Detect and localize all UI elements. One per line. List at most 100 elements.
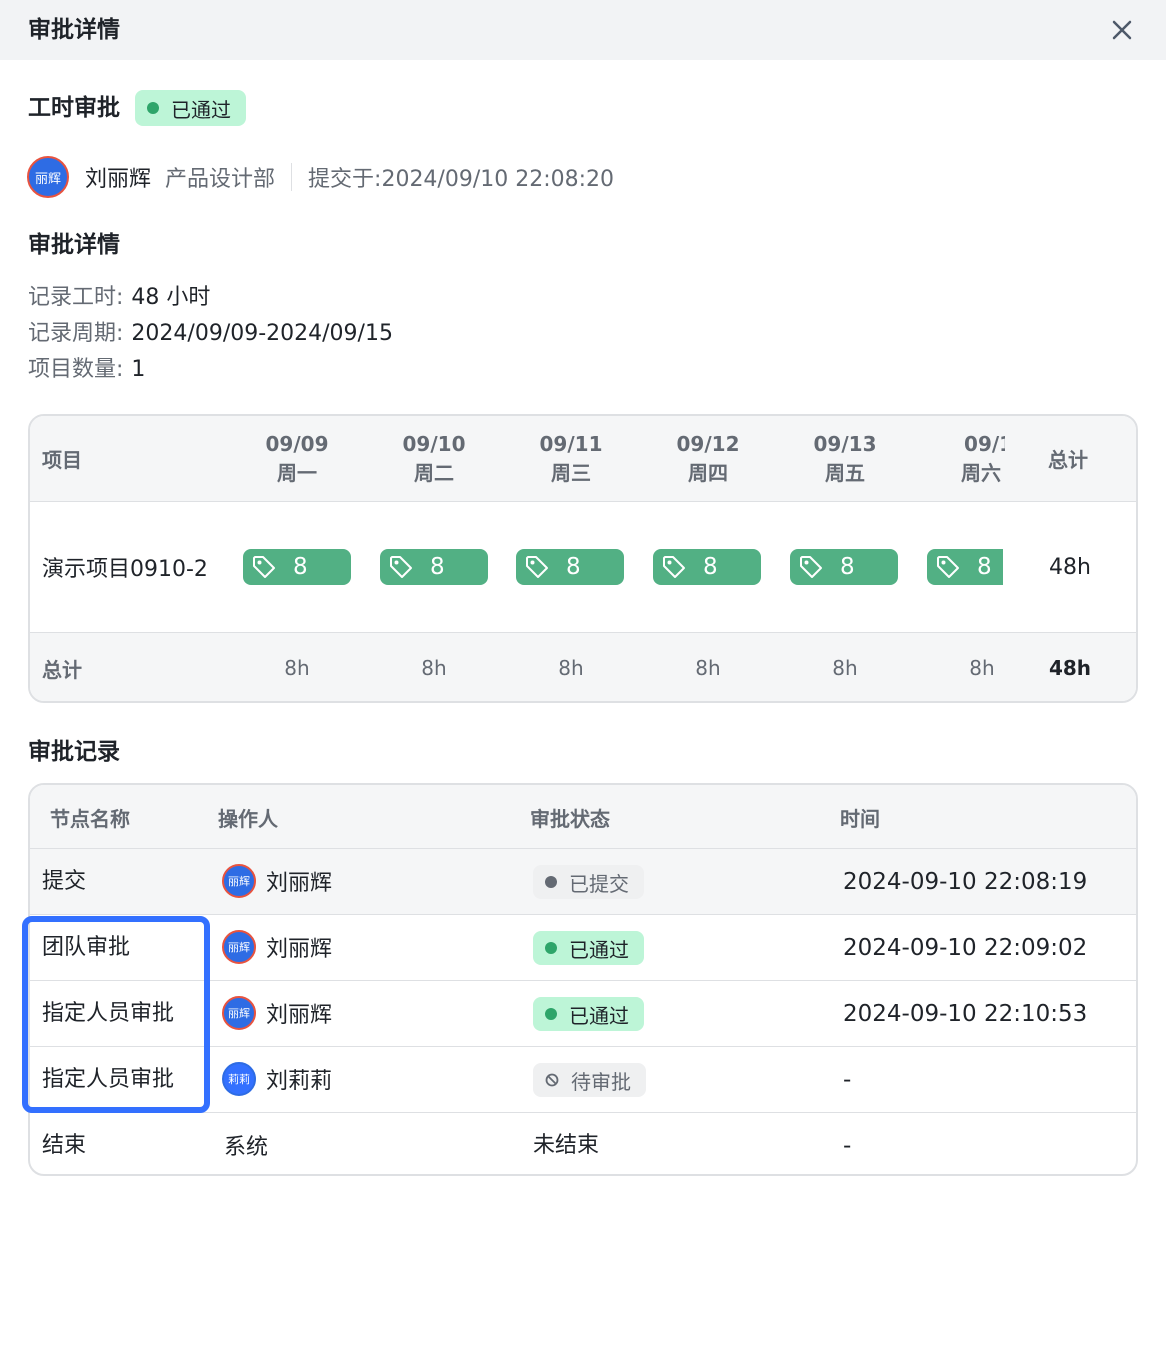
day-header: 09/13 周五	[790, 430, 900, 488]
approval-status: 已通过	[533, 997, 644, 1031]
project-count-label: 项目数量:	[28, 357, 124, 382]
node-name: 结束	[42, 1133, 87, 1158]
day-weekday: 周三	[551, 461, 591, 485]
approval-type: 工时审批	[28, 95, 120, 121]
day-total: 8h	[421, 656, 447, 680]
table-header: 项目 09/09 周一 09/10 周二 09/11 周三 09/12 周四 09/13…	[30, 416, 1136, 502]
hour-value: 8	[977, 554, 992, 580]
period-value: 2024/09/09-2024/09/15	[131, 321, 393, 346]
hour-chip[interactable]: 8	[790, 549, 898, 585]
record-time: 2024-09-10 22:09:02	[843, 935, 1088, 961]
day-weekday: 周六	[961, 461, 1001, 485]
node-name: 团队审批	[42, 935, 131, 960]
hour-value: 8	[703, 554, 718, 580]
hours-table: 项目 09/09 周一 09/10 周二 09/11 周三 09/12 周四 09/13…	[28, 414, 1138, 703]
records-table: 节点名称 操作人 审批状态 时间 提交 丽辉 刘丽辉 已提交 2024-09-10…	[28, 783, 1138, 1176]
node-name: 提交	[42, 869, 87, 894]
hour-chip[interactable]: 8	[927, 549, 1003, 585]
operator: 莉莉 刘莉莉	[222, 1061, 332, 1097]
footer-label-text: 总计	[42, 657, 82, 682]
table-header: 节点名称 操作人 审批状态 时间	[30, 785, 1136, 849]
tag-icon	[937, 556, 959, 578]
recorded-hours-label: 记录工时:	[28, 285, 124, 310]
column-header-label: 操作人	[218, 806, 278, 831]
status-badge-label: 待审批	[571, 1069, 631, 1094]
column-header-label: 审批状态	[530, 806, 610, 831]
records-section-title: 审批记录	[28, 739, 120, 765]
hour-value: 8	[293, 554, 308, 580]
column-header-operator: 操作人	[218, 801, 278, 833]
operator-name: 系统	[224, 1135, 269, 1160]
hour-chip[interactable]: 8	[516, 549, 624, 585]
record-time: -	[843, 1067, 852, 1093]
column-header-project: 项目	[42, 442, 82, 474]
day-date: 09/14	[964, 432, 1005, 456]
close-icon[interactable]	[1104, 12, 1140, 48]
node-name: 指定人员审批	[42, 1067, 175, 1092]
table-row: 指定人员审批 莉莉 刘莉莉 待审批 -	[30, 1047, 1136, 1113]
status-badge: 已通过	[533, 997, 644, 1031]
operator: 丽辉 刘丽辉	[222, 995, 332, 1031]
day-date: 09/10	[402, 432, 466, 456]
project-count-row: 项目数量: 1	[28, 352, 393, 388]
day-header: 09/10 周二	[379, 430, 489, 488]
hour-chip[interactable]: 8	[653, 549, 761, 585]
submitter-department: 产品设计部	[165, 167, 276, 192]
column-header-label: 项目	[42, 447, 82, 472]
hour-value: 8	[840, 554, 855, 580]
tag-icon	[526, 556, 548, 578]
operator-name: 刘莉莉	[266, 1069, 333, 1094]
column-header-label: 时间	[840, 806, 880, 831]
day-date: 09/13	[813, 432, 877, 456]
hour-value: 8	[566, 554, 581, 580]
status-badge-label: 已通过	[171, 97, 231, 122]
ban-icon	[545, 1073, 559, 1087]
operator: 丽辉 刘丽辉	[222, 929, 332, 965]
avatar: 丽辉	[222, 864, 256, 898]
operator: 丽辉 刘丽辉	[222, 863, 332, 899]
status-badge: 已提交	[533, 865, 644, 899]
avatar: 丽辉	[222, 930, 256, 964]
status-badge: 待审批	[533, 1063, 646, 1097]
avatar: 丽辉	[222, 996, 256, 1030]
day-weekday: 周四	[688, 461, 728, 485]
status-dot-icon	[545, 1008, 557, 1020]
tag-icon	[800, 556, 822, 578]
day-date: 09/12	[676, 432, 740, 456]
status-badge-label: 已通过	[569, 937, 629, 962]
table-row: 结束 系统 未结束 -	[30, 1113, 1136, 1174]
status-badge: 已通过	[135, 90, 246, 126]
table-row: 指定人员审批 丽辉 刘丽辉 已通过 2024-09-10 22:10:53	[30, 981, 1136, 1047]
approval-status: 已提交	[533, 865, 644, 899]
column-header-node: 节点名称	[50, 801, 130, 833]
status-dot-icon	[545, 876, 557, 888]
footer-label: 总计	[42, 653, 82, 683]
recorded-hours-value: 48 小时	[131, 285, 211, 310]
day-header: 09/12 周四	[653, 430, 763, 488]
hour-chip[interactable]: 8	[243, 549, 351, 585]
details-section-title: 审批详情	[28, 232, 120, 258]
record-time: 2024-09-10 22:08:19	[843, 869, 1088, 895]
project-total: 48h	[1049, 554, 1091, 580]
project-count-value: 1	[131, 357, 146, 382]
operator-name: 刘丽辉	[266, 871, 333, 896]
approval-status: 已通过	[533, 931, 644, 965]
avatar: 莉莉	[222, 1062, 256, 1096]
submitted-time: 提交于:2024/09/10 22:08:20	[308, 167, 615, 192]
dialog-header: 审批详情	[0, 0, 1166, 60]
hour-value: 8	[430, 554, 445, 580]
column-header-label: 节点名称	[50, 806, 130, 831]
hour-chip[interactable]: 8	[380, 549, 488, 585]
record-time: 2024-09-10 22:10:53	[843, 1001, 1088, 1027]
table-row: 演示项目0910-2 8 8 8 8 8 8 48h	[30, 502, 1136, 633]
day-header: 09/09 周一	[242, 430, 352, 488]
column-header-label: 总计	[1048, 447, 1088, 472]
column-header-time: 时间	[840, 801, 880, 833]
day-total: 8h	[284, 656, 310, 680]
status-dot-icon	[147, 102, 159, 114]
table-row: 提交 丽辉 刘丽辉 已提交 2024-09-10 22:08:19	[30, 849, 1136, 915]
day-header: 09/14 周六	[927, 430, 1005, 488]
column-header-status: 审批状态	[530, 801, 610, 833]
column-header-total: 总计	[1048, 442, 1088, 474]
operator-name: 刘丽辉	[266, 937, 333, 962]
